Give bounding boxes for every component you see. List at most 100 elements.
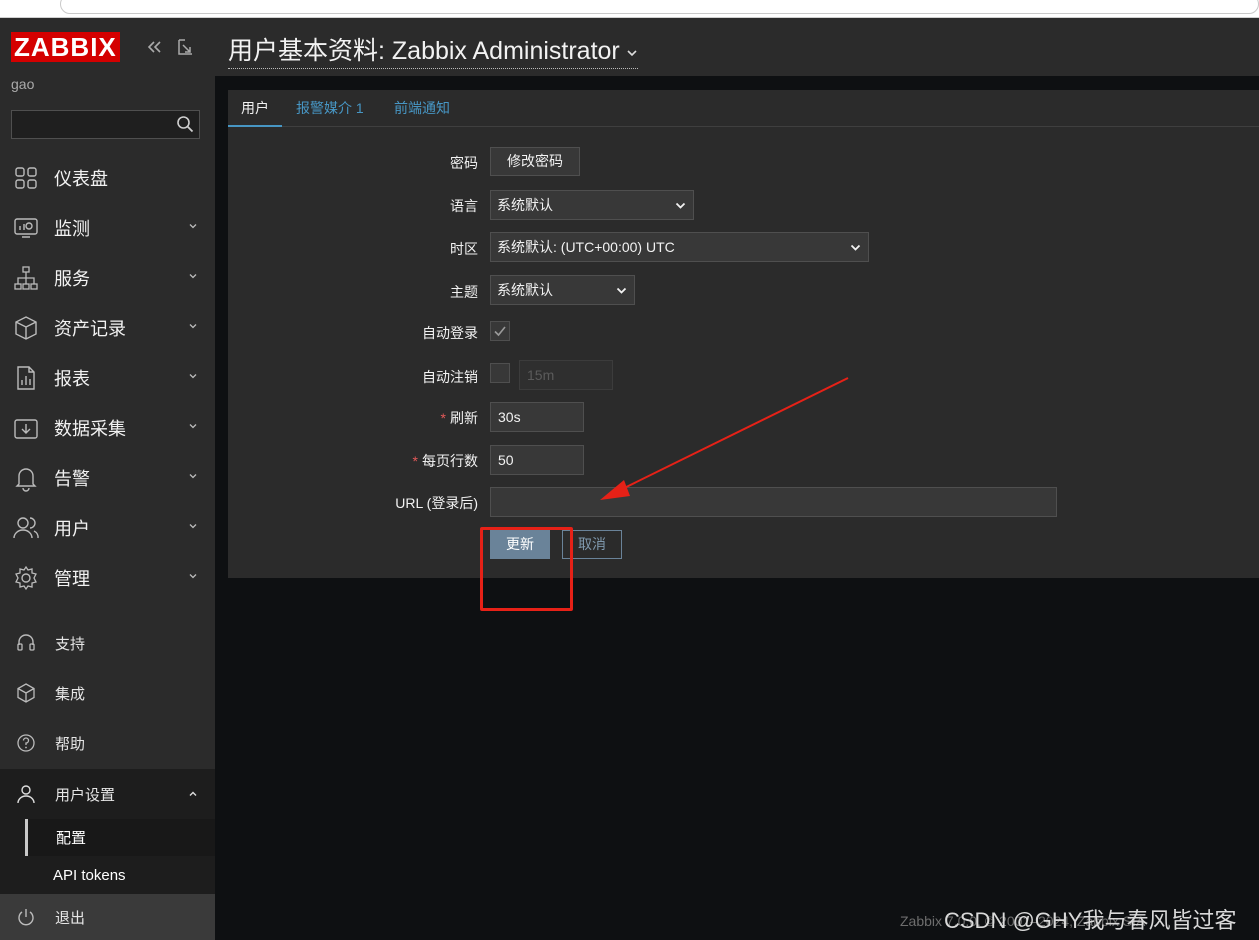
autologin-checkbox[interactable] xyxy=(490,321,510,341)
chevron-down-icon xyxy=(189,574,197,579)
chevron-down-icon xyxy=(189,424,197,429)
theme-select[interactable]: 系统默认 xyxy=(490,275,635,305)
timezone-value: 系统默认: (UTC+00:00) UTC xyxy=(497,239,675,255)
chevron-down-icon xyxy=(627,50,637,57)
menu-item-users[interactable]: 用户 xyxy=(0,503,215,553)
menu-label: 资产记录 xyxy=(54,319,126,339)
page-title-text: 用户基本资料: Zabbix Administrator xyxy=(228,37,620,65)
menu-item-reports[interactable]: 报表 xyxy=(0,353,215,403)
language-label: 语言 xyxy=(450,198,478,214)
menu-item-data-collection[interactable]: 数据采集 xyxy=(0,403,215,453)
chevron-down-icon xyxy=(189,474,197,479)
menu-item-integrations[interactable]: 集成 xyxy=(0,668,215,718)
submenu-item-profile[interactable]: 配置 xyxy=(25,819,215,856)
refresh-input[interactable]: 30s xyxy=(490,402,584,432)
menu-label: 数据采集 xyxy=(54,419,126,439)
timezone-label: 时区 xyxy=(450,241,478,257)
menu-item-services[interactable]: 服务 xyxy=(0,253,215,303)
inventory-icon xyxy=(15,316,37,340)
chevron-down-icon xyxy=(850,244,861,251)
annotation-arrow xyxy=(600,377,849,500)
zabbix-logo[interactable]: ZABBIX xyxy=(11,32,120,62)
user-settings-section: 用户设置 配置 API tokens xyxy=(0,769,215,894)
menu-item-dashboard[interactable]: 仪表盘 xyxy=(0,153,215,203)
menu-item-monitoring[interactable]: 监测 xyxy=(0,203,215,253)
menu-label: 管理 xyxy=(54,569,90,589)
menu-item-inventory[interactable]: 资产记录 xyxy=(0,303,215,353)
dashboard-icon xyxy=(15,167,37,189)
menu-label: 服务 xyxy=(54,269,90,289)
signout-button[interactable]: 退出 xyxy=(0,894,215,940)
language-value: 系统默认 xyxy=(497,197,553,213)
menu-label: 退出 xyxy=(55,909,86,927)
tab-bar: 用户 报警媒介 1 前端通知 xyxy=(228,90,1259,127)
menu-item-support[interactable]: 支持 xyxy=(0,618,215,668)
reports-icon xyxy=(17,366,35,390)
monitoring-icon xyxy=(14,218,38,238)
refresh-label-text: 刷新 xyxy=(450,410,478,426)
alerts-icon xyxy=(15,468,37,492)
chevron-down-icon xyxy=(675,202,686,209)
page-title[interactable]: 用户基本资料: Zabbix Administrator xyxy=(228,31,638,69)
server-name: gao xyxy=(11,76,35,92)
collapse-sidebar-icon[interactable] xyxy=(143,36,165,58)
language-select[interactable]: 系统默认 xyxy=(490,190,694,220)
user-icon xyxy=(17,785,35,804)
menu-label: 用户设置 xyxy=(55,786,116,804)
autologout-checkbox[interactable] xyxy=(490,363,510,383)
checkmark-icon xyxy=(494,326,506,337)
menu-label: 报表 xyxy=(54,369,90,389)
required-mark: * xyxy=(440,410,446,426)
users-icon xyxy=(13,517,39,539)
headset-icon xyxy=(17,634,35,651)
page-header: 用户基本资料: Zabbix Administrator xyxy=(215,18,1259,76)
menu-item-user-settings[interactable]: 用户设置 xyxy=(0,769,215,819)
integrations-icon xyxy=(17,683,35,703)
browser-address-bar[interactable] xyxy=(60,0,1259,14)
menu-label: 支持 xyxy=(55,635,86,653)
autologin-label: 自动登录 xyxy=(422,325,478,341)
timezone-select[interactable]: 系统默认: (UTC+00:00) UTC xyxy=(490,232,869,262)
chevron-down-icon xyxy=(189,224,197,229)
menu-label: 监测 xyxy=(54,219,90,239)
chevron-down-icon xyxy=(189,524,197,529)
sidebar: ZABBIX gao 仪表盘 监测 服务 资产记录 报表 数据采集 告警 用户 … xyxy=(0,18,215,940)
watermark-text: CSDN @GHY我与春风皆过客 xyxy=(944,908,1237,933)
chevron-down-icon xyxy=(189,274,197,279)
url-label: URL (登录后) xyxy=(395,495,478,511)
services-icon xyxy=(14,266,38,290)
menu-label: 仪表盘 xyxy=(54,169,108,189)
help-icon xyxy=(17,734,35,752)
theme-label: 主题 xyxy=(450,284,478,300)
chevron-up-icon xyxy=(189,791,197,796)
autologout-label: 自动注销 xyxy=(422,369,478,385)
power-icon xyxy=(18,909,34,926)
menu-label: 集成 xyxy=(55,685,86,703)
browser-address-strip xyxy=(0,0,1259,18)
change-password-button[interactable]: 修改密码 xyxy=(490,147,580,176)
password-label: 密码 xyxy=(450,155,478,171)
submenu-item-api-tokens[interactable]: API tokens xyxy=(25,857,215,894)
menu-item-alerts[interactable]: 告警 xyxy=(0,453,215,503)
chevron-down-icon xyxy=(189,374,197,379)
rows-per-page-input[interactable]: 50 xyxy=(490,445,584,475)
data-collection-icon xyxy=(14,419,38,439)
annotation-highlight-box xyxy=(480,527,573,611)
sidebar-search-input[interactable] xyxy=(11,110,200,139)
required-mark: * xyxy=(412,453,418,469)
tab-user[interactable]: 用户 xyxy=(228,90,282,127)
rows-per-page-label: * 每页行数 xyxy=(413,451,478,471)
menu-label: 帮助 xyxy=(55,735,86,753)
theme-value: 系统默认 xyxy=(497,282,553,298)
chevron-down-icon xyxy=(616,287,627,294)
rows-per-page-label-text: 每页行数 xyxy=(422,453,478,469)
search-icon[interactable] xyxy=(176,115,194,133)
tab-frontend-messages[interactable]: 前端通知 xyxy=(394,90,450,127)
menu-item-help[interactable]: 帮助 xyxy=(0,718,215,768)
administration-icon xyxy=(15,565,37,591)
menu-label: 告警 xyxy=(54,469,90,489)
kiosk-mode-icon[interactable] xyxy=(174,36,196,58)
chevron-down-icon xyxy=(189,324,197,329)
tab-media[interactable]: 报警媒介 1 xyxy=(296,90,364,127)
menu-item-administration[interactable]: 管理 xyxy=(0,553,215,603)
